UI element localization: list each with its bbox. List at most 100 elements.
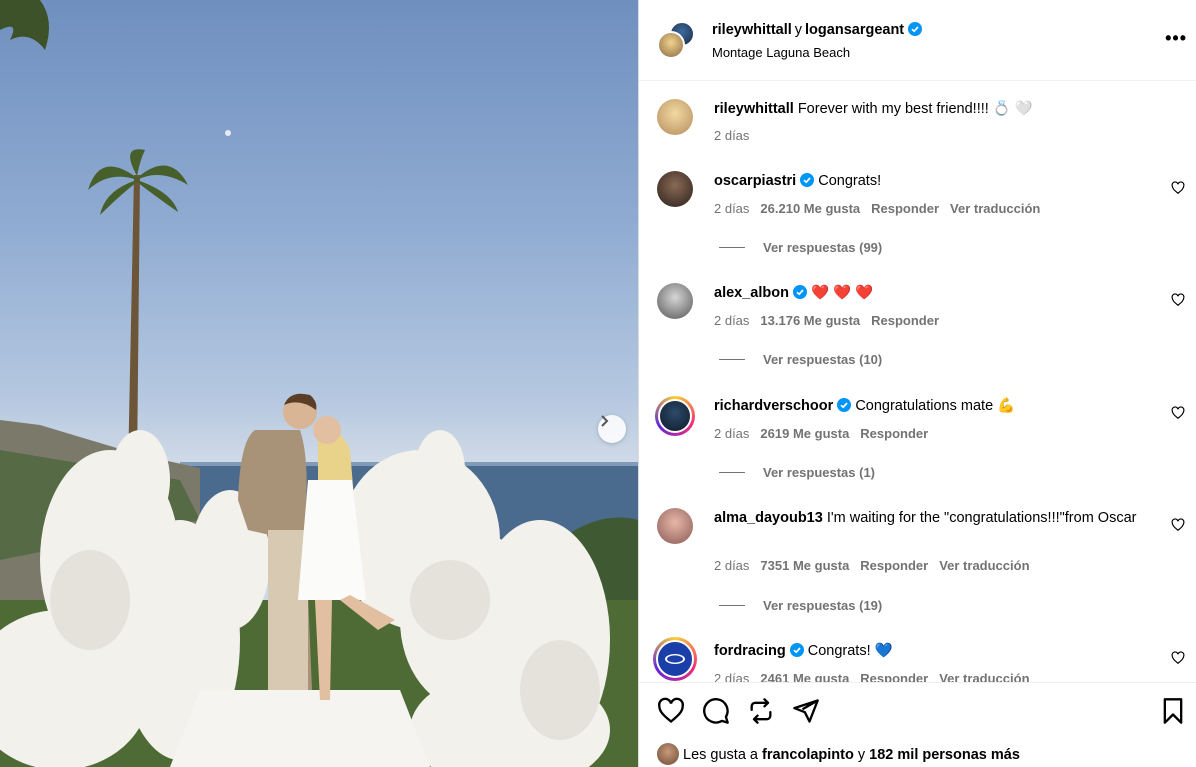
likes-summary: Les gusta a francolapinto y 182 mil pers… <box>657 743 1020 765</box>
verified-badge-icon <box>837 398 852 412</box>
timestamp[interactable]: 2 días <box>714 671 749 682</box>
comment-meta: 2 días 13.176 Me gusta Responder <box>714 313 950 328</box>
like-count[interactable]: 26.210 Me gusta <box>760 201 860 216</box>
comment-meta: 2 días 7351 Me gusta Responder Ver traducci… <box>714 558 1041 573</box>
avatar-story-ring[interactable] <box>655 396 695 436</box>
translate-button[interactable]: Ver traducción <box>950 201 1040 216</box>
like-count[interactable]: 2619 Me gusta <box>760 426 849 441</box>
engagement-photo <box>0 0 638 767</box>
avatar[interactable] <box>657 99 693 135</box>
like-count[interactable]: 13.176 Me gusta <box>760 313 860 328</box>
username-link[interactable]: rileywhittall <box>712 22 792 38</box>
likes-prefix: Les gusta a <box>683 747 758 763</box>
reply-button[interactable]: Responder <box>871 201 939 216</box>
avatar-story-ring[interactable] <box>653 637 697 681</box>
post-photo[interactable] <box>0 0 638 767</box>
verified-badge-icon <box>908 22 923 36</box>
connector-text: y <box>794 22 803 38</box>
comment-meta: 2 días 26.210 Me gusta Responder Ver traduc… <box>714 201 1051 216</box>
comment-text: alex_albon ❤️ ❤️ ❤️ <box>714 283 1144 303</box>
location-link[interactable]: Montage Laguna Beach <box>712 45 850 60</box>
view-replies-label: Ver respuestas (99) <box>763 240 883 255</box>
comment-text: fordracing Congrats! 💙 <box>714 641 1144 661</box>
comment-body: I'm waiting for the "congratulations!!!"… <box>826 510 1137 526</box>
collab-usernames: rileywhittall y logansargeant <box>712 22 923 38</box>
repost-icon[interactable] <box>747 697 775 725</box>
replies-divider <box>719 472 745 473</box>
verified-badge-icon <box>792 285 807 299</box>
post-header: rileywhittall y logansargeant Montage Lagu… <box>639 0 1196 81</box>
avatar[interactable] <box>657 171 693 207</box>
verified-badge-icon <box>800 173 815 187</box>
view-replies-button[interactable]: Ver respuestas (1) <box>719 465 875 480</box>
comment-meta: 2 días 2619 Me gusta Responder <box>714 426 939 441</box>
collab-avatars[interactable] <box>657 21 695 59</box>
like-comment-heart-icon[interactable] <box>1171 651 1185 665</box>
avatar[interactable] <box>657 283 693 319</box>
replies-divider <box>719 359 745 360</box>
comment-bubble-icon[interactable] <box>702 697 730 725</box>
timestamp[interactable]: 2 días <box>714 558 749 573</box>
ford-logo-icon <box>665 654 685 664</box>
view-replies-button[interactable]: Ver respuestas (10) <box>719 352 882 367</box>
timestamp[interactable]: 2 días <box>714 313 749 328</box>
reply-button[interactable]: Responder <box>860 671 928 682</box>
comment-body: Congratulations mate 💪 <box>855 398 1016 414</box>
username-link[interactable]: fordracing <box>714 643 786 659</box>
view-replies-button[interactable]: Ver respuestas (99) <box>719 240 882 255</box>
liker-username-link[interactable]: francolapinto <box>762 747 854 763</box>
verified-badge-icon <box>789 643 804 657</box>
comments-list[interactable]: rileywhittall Forever with my best frien… <box>639 82 1196 682</box>
caption-body: Forever with my best friend!!!! 💍 🤍 <box>797 101 1033 117</box>
post-panel: rileywhittall y logansargeant Montage Lagu… <box>638 0 1196 767</box>
replies-divider <box>719 247 745 248</box>
caption-meta: 2 días <box>714 128 760 143</box>
reply-button[interactable]: Responder <box>871 313 939 328</box>
comment-text: richardverschoor Congratulations mate 💪 <box>714 396 1144 416</box>
reply-button[interactable]: Responder <box>860 558 928 573</box>
timestamp[interactable]: 2 días <box>714 426 749 441</box>
avatar[interactable] <box>657 508 693 544</box>
timestamp[interactable]: 2 días <box>714 201 749 216</box>
username-link[interactable]: oscarpiastri <box>714 173 796 189</box>
timestamp[interactable]: 2 días <box>714 128 749 143</box>
comment-text: alma_dayoub13 I'm waiting for the "congr… <box>714 508 1144 528</box>
next-photo-button[interactable] <box>598 415 626 443</box>
avatar <box>658 399 692 433</box>
post-actions: Les gusta a francolapinto y 182 mil pers… <box>639 682 1196 767</box>
like-comment-heart-icon[interactable] <box>1171 518 1185 532</box>
avatar-rileywhittall[interactable] <box>657 31 685 59</box>
username-link[interactable]: richardverschoor <box>714 398 833 414</box>
like-heart-icon[interactable] <box>657 697 685 725</box>
like-count[interactable]: 2461 Me gusta <box>760 671 849 682</box>
translate-button[interactable]: Ver traducción <box>939 558 1029 573</box>
comment-body: Congrats! 💙 <box>807 643 893 659</box>
avatar <box>656 640 694 678</box>
username-link[interactable]: alex_albon <box>714 285 789 301</box>
liker-avatar[interactable] <box>657 743 679 765</box>
username-link[interactable]: logansargeant <box>805 22 904 38</box>
more-options-button[interactable]: ••• <box>1165 28 1187 49</box>
username-link[interactable]: rileywhittall <box>714 101 794 117</box>
save-bookmark-icon[interactable] <box>1159 697 1187 725</box>
like-comment-heart-icon[interactable] <box>1171 293 1185 307</box>
comment-body: Congrats! <box>818 173 882 189</box>
likes-count-link[interactable]: 182 mil personas más <box>869 747 1020 763</box>
caption-text: rileywhittall Forever with my best frien… <box>714 99 1144 119</box>
share-send-icon[interactable] <box>792 697 820 725</box>
like-count[interactable]: 7351 Me gusta <box>760 558 849 573</box>
view-replies-label: Ver respuestas (19) <box>763 598 883 613</box>
view-replies-label: Ver respuestas (1) <box>763 465 876 480</box>
view-replies-button[interactable]: Ver respuestas (19) <box>719 598 882 613</box>
chevron-right-icon <box>601 415 609 427</box>
view-replies-label: Ver respuestas (10) <box>763 352 883 367</box>
replies-divider <box>719 605 745 606</box>
like-comment-heart-icon[interactable] <box>1171 181 1185 195</box>
reply-button[interactable]: Responder <box>860 426 928 441</box>
translate-button[interactable]: Ver traducción <box>939 671 1029 682</box>
likes-connector: y <box>857 747 866 763</box>
like-comment-heart-icon[interactable] <box>1171 406 1185 420</box>
username-link[interactable]: alma_dayoub13 <box>714 510 823 526</box>
comment-meta: 2 días 2461 Me gusta Responder Ver traducci… <box>714 671 1041 682</box>
comment-body: ❤️ ❤️ ❤️ <box>810 285 874 301</box>
